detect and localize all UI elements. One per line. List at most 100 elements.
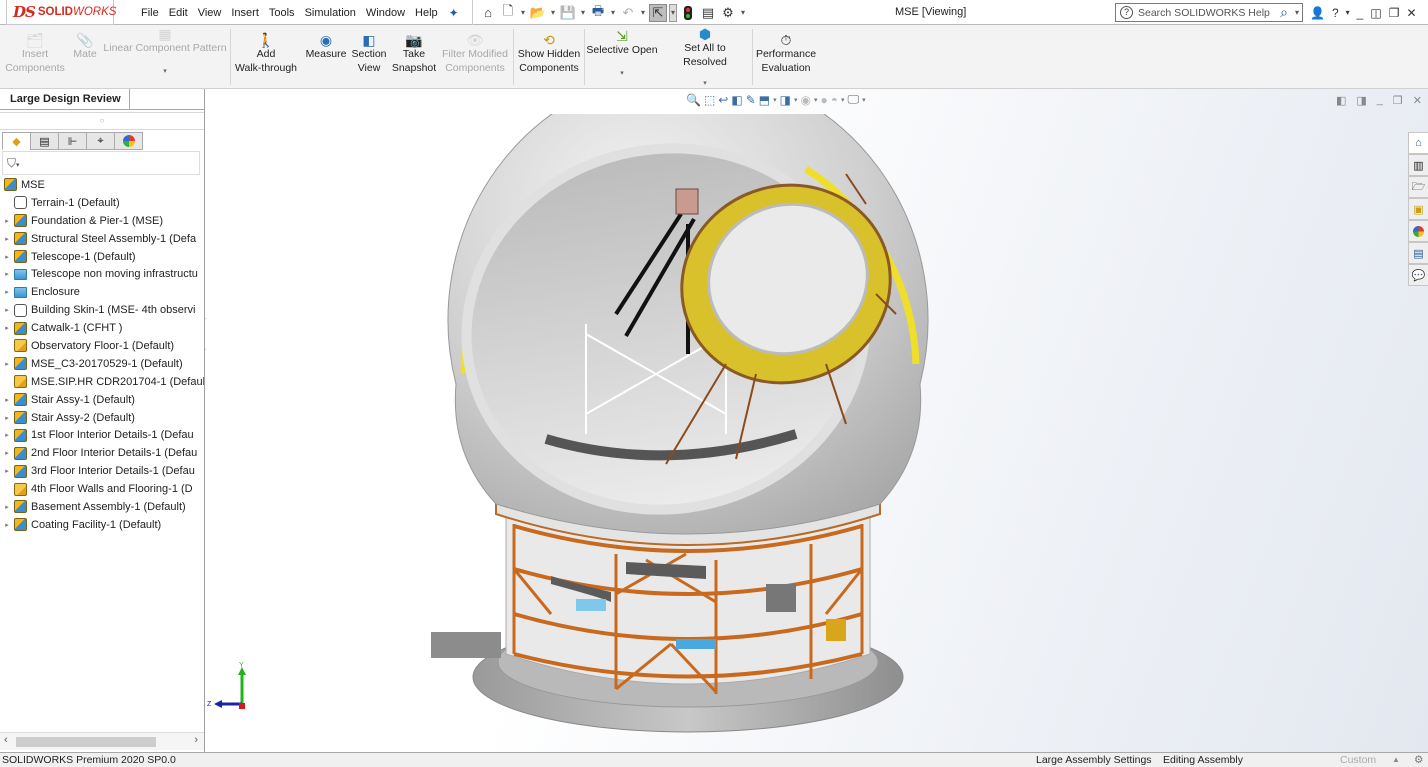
- expand-arrow-icon[interactable]: ▸: [0, 449, 14, 457]
- pin-icon[interactable]: ✦: [449, 6, 459, 20]
- tree-item[interactable]: ▸ Structural Steel Assembly-1 (Defa: [0, 230, 204, 248]
- menu-insert[interactable]: Insert: [226, 7, 264, 19]
- large-design-review-tab[interactable]: Large Design Review: [0, 89, 130, 110]
- expand-arrow-icon[interactable]: ▸: [0, 288, 14, 296]
- scroll-right-icon[interactable]: ›: [194, 734, 198, 746]
- set-resolved-dropdown-icon[interactable]: ▾: [703, 79, 707, 89]
- expand-arrow-icon[interactable]: ▸: [0, 396, 14, 404]
- scroll-left-icon[interactable]: ‹: [4, 734, 8, 746]
- select-icon[interactable]: ⇱: [649, 3, 667, 22]
- tree-item[interactable]: ▸ Stair Assy-1 (Default): [0, 391, 204, 409]
- menu-tools[interactable]: Tools: [264, 7, 300, 19]
- open-dropdown-icon[interactable]: ▾: [549, 8, 557, 17]
- task-pane-resources[interactable]: ▥: [1408, 154, 1428, 176]
- hide-show-dropdown-icon[interactable]: ▾: [814, 96, 818, 104]
- view-settings-dropdown-icon[interactable]: ▾: [862, 96, 866, 104]
- tree-item[interactable]: ▸ Stair Assy-2 (Default): [0, 409, 204, 427]
- solidworks-logo[interactable]: DS SOLID WORKS: [6, 0, 116, 25]
- tab-propertymanager[interactable]: ▤: [30, 132, 59, 150]
- horizontal-scrollbar[interactable]: ‹ ›: [0, 732, 204, 750]
- menu-edit[interactable]: Edit: [164, 7, 193, 19]
- collapse-right-icon[interactable]: ◨: [1356, 94, 1366, 107]
- panel-collapse-grip[interactable]: ○: [0, 112, 204, 130]
- help-dropdown-icon[interactable]: ▾: [1346, 8, 1350, 17]
- task-pane-file-explorer[interactable]: ▣: [1408, 198, 1428, 220]
- expand-arrow-icon[interactable]: ▸: [0, 306, 14, 314]
- task-pane-custom-properties[interactable]: ▤: [1408, 242, 1428, 264]
- take-snapshot-button[interactable]: 📷 Take Snapshot: [391, 25, 437, 89]
- show-hidden-components-button[interactable]: ⟲ Show Hidden Components: [516, 25, 582, 89]
- new-dropdown-icon[interactable]: ▾: [519, 8, 527, 17]
- section-view-hud-icon[interactable]: ◧: [731, 93, 742, 107]
- task-pane-design-library[interactable]: 🗁: [1408, 176, 1428, 198]
- menu-help[interactable]: Help: [410, 7, 443, 19]
- tree-item[interactable]: MSE: [0, 176, 204, 194]
- search-icon[interactable]: ⌕: [1280, 4, 1288, 21]
- options-icon[interactable]: ⚙: [719, 4, 737, 22]
- menu-view[interactable]: View: [193, 7, 227, 19]
- minimize-icon[interactable]: _: [1357, 6, 1364, 20]
- viewport-restore-icon[interactable]: ❐: [1393, 94, 1403, 107]
- expand-arrow-icon[interactable]: ▸: [0, 431, 14, 439]
- expand-arrow-icon[interactable]: ▸: [0, 235, 14, 243]
- tab-configurationmanager[interactable]: ⊩: [58, 132, 87, 150]
- apply-scene-dropdown-icon[interactable]: ▾: [841, 96, 845, 104]
- expand-arrow-icon[interactable]: ▸: [0, 467, 14, 475]
- home-icon[interactable]: ⌂: [479, 4, 497, 22]
- large-assembly-settings[interactable]: Large Assembly Settings: [1036, 753, 1152, 767]
- tree-item[interactable]: ▸ Telescope-1 (Default): [0, 248, 204, 266]
- expand-arrow-icon[interactable]: ▸: [0, 270, 14, 278]
- zoom-to-area-icon[interactable]: ⬚: [704, 93, 715, 107]
- dynamic-annotation-icon[interactable]: ✎: [746, 93, 756, 107]
- tree-item[interactable]: ▸ 2nd Floor Interior Details-1 (Defau: [0, 444, 204, 462]
- new-document-icon[interactable]: 🗋: [499, 3, 517, 22]
- tree-item[interactable]: ▸ MSE_C3-20170529-1 (Default): [0, 355, 204, 373]
- tree-filter[interactable]: ⛉▾: [2, 151, 200, 175]
- expand-arrow-icon[interactable]: ▸: [0, 521, 14, 529]
- tree-item[interactable]: ▸ Basement Assembly-1 (Default): [0, 498, 204, 516]
- expand-arrow-icon[interactable]: ▸: [0, 253, 14, 261]
- view-settings-icon[interactable]: 🖵: [848, 92, 860, 107]
- help-search-input[interactable]: ? Search SOLIDWORKS Help ⌕ ▾: [1115, 3, 1303, 22]
- unit-system[interactable]: Custom: [1340, 753, 1376, 767]
- options-dropdown-icon[interactable]: ▾: [739, 8, 747, 17]
- tree-item[interactable]: Terrain-1 (Default): [0, 194, 204, 212]
- linear-pattern-dropdown-icon[interactable]: ▾: [163, 67, 167, 77]
- collapse-left-icon[interactable]: ◧: [1336, 94, 1346, 107]
- undo-icon[interactable]: ↶: [619, 4, 637, 22]
- tab-dimxpert[interactable]: ⌖: [86, 132, 115, 150]
- viewport-minimize-icon[interactable]: _: [1377, 94, 1383, 107]
- menu-simulation[interactable]: Simulation: [300, 7, 361, 19]
- save-dropdown-icon[interactable]: ▾: [579, 8, 587, 17]
- tree-item[interactable]: ▸ Enclosure: [0, 283, 204, 301]
- tree-item[interactable]: ▸ Telescope non moving infrastructu: [0, 265, 204, 283]
- expand-arrow-icon[interactable]: ▸: [0, 503, 14, 511]
- selective-open-dropdown-icon[interactable]: ▾: [620, 69, 624, 79]
- save-icon[interactable]: 💾: [559, 4, 577, 22]
- view-orientation-icon[interactable]: ⬒: [759, 93, 770, 107]
- search-dropdown-icon[interactable]: ▾: [1295, 8, 1299, 17]
- menu-window[interactable]: Window: [361, 7, 410, 19]
- tree-item[interactable]: ▸ 1st Floor Interior Details-1 (Defau: [0, 426, 204, 444]
- hide-show-items-icon[interactable]: ◉: [800, 93, 810, 107]
- restore-icon[interactable]: ❐: [1389, 6, 1400, 20]
- rebuild-icon[interactable]: [679, 4, 697, 22]
- tree-item[interactable]: MSE.SIP.HR CDR201704-1 (Defaul: [0, 373, 204, 391]
- set-all-resolved-button[interactable]: ⬢ Set All to Resolved ▾: [661, 25, 749, 89]
- task-pane-appearances[interactable]: [1408, 220, 1428, 242]
- scroll-thumb[interactable]: [16, 737, 156, 747]
- select-dropdown-icon[interactable]: ▾: [669, 3, 677, 22]
- tile-icon[interactable]: ◫: [1370, 6, 1381, 20]
- help-icon[interactable]: ?: [1332, 6, 1339, 20]
- task-pane-home[interactable]: ⌂: [1408, 132, 1428, 154]
- display-style-dropdown-icon[interactable]: ▾: [794, 96, 798, 104]
- performance-evaluation-button[interactable]: ⏱ Performance Evaluation: [754, 25, 818, 89]
- print-dropdown-icon[interactable]: ▾: [609, 8, 617, 17]
- apply-scene-icon[interactable]: ◓: [831, 93, 838, 107]
- tree-item[interactable]: ▸ Coating Facility-1 (Default): [0, 516, 204, 534]
- edit-appearance-icon[interactable]: ●: [820, 93, 827, 107]
- linear-component-pattern-button[interactable]: ▦ Linear Component Pattern ▾: [102, 25, 228, 89]
- mate-button[interactable]: 📎 Mate: [70, 25, 100, 89]
- print-icon[interactable]: 🖶: [589, 3, 607, 22]
- menu-file[interactable]: File: [136, 7, 164, 19]
